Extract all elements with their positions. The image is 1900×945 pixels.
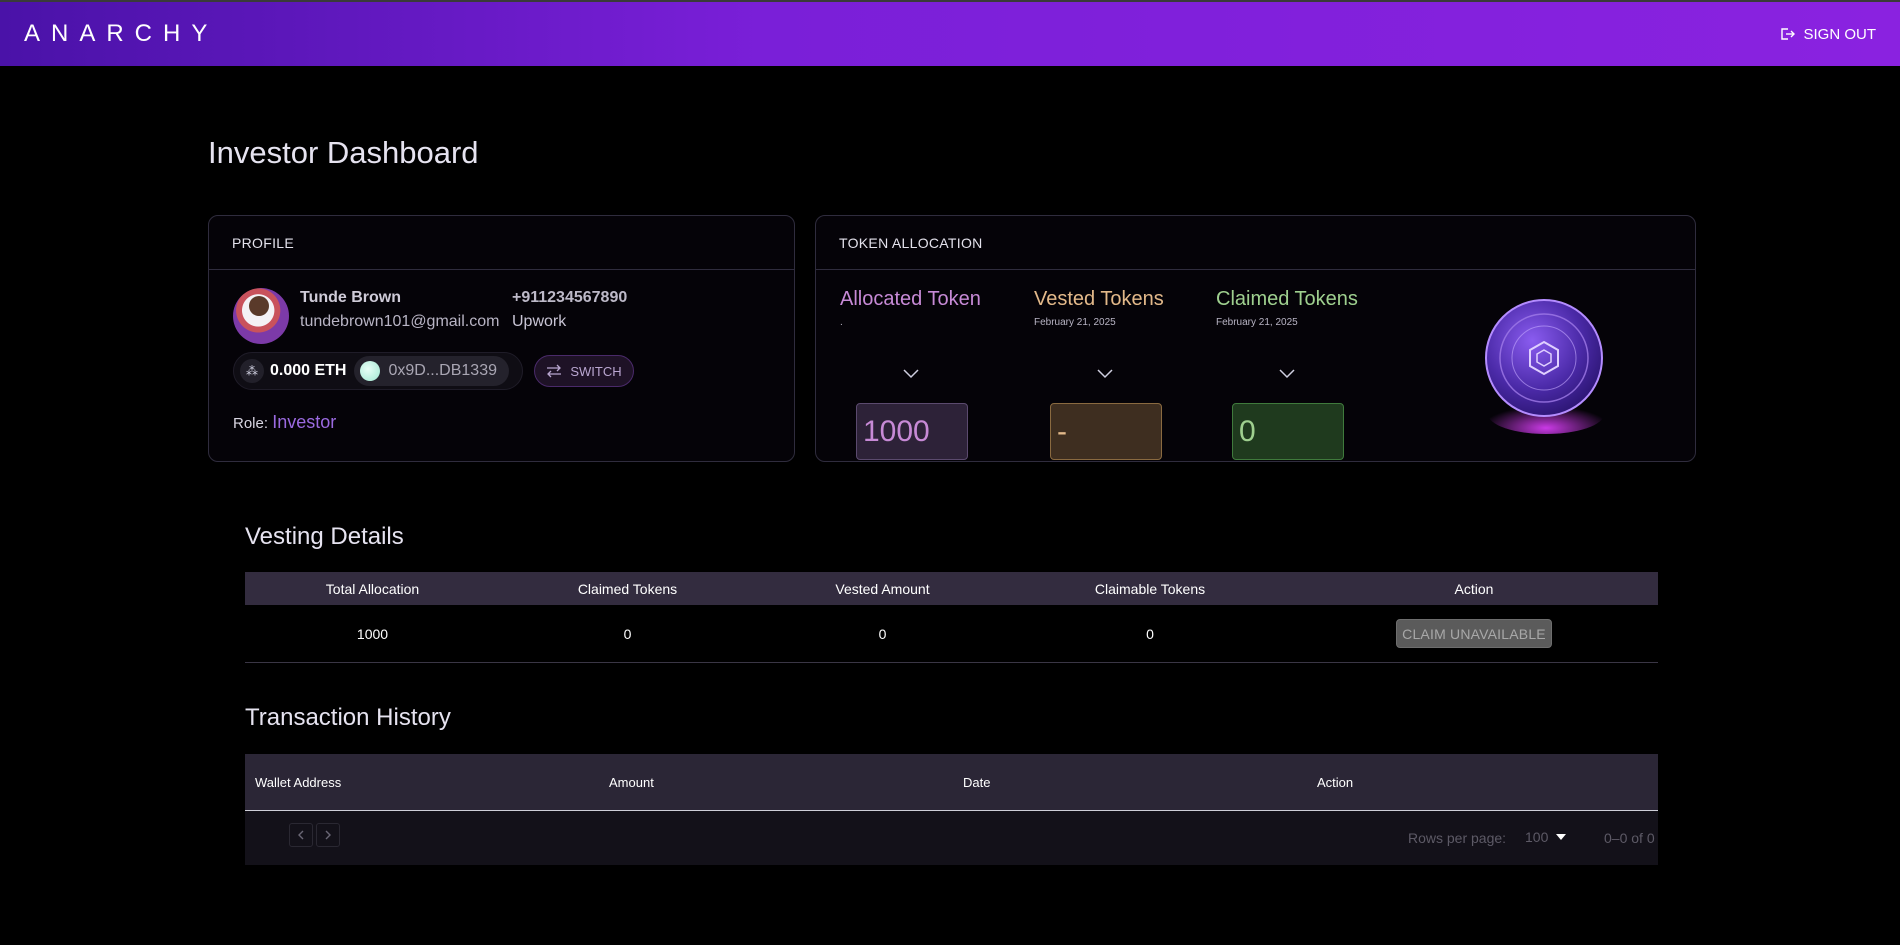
sign-out-button[interactable]: SIGN OUT (1779, 26, 1876, 43)
allocated-token-value: 1000 (856, 403, 968, 460)
profile-phone: +911234567890 (512, 289, 628, 306)
top-app-bar: ANARCHY SIGN OUT (0, 0, 1900, 66)
column-header[interactable]: Date (963, 775, 1317, 790)
transaction-history-title: Transaction History (245, 704, 451, 731)
chevron-down-icon[interactable] (902, 367, 920, 379)
vested-tokens-title: Vested Tokens (1034, 288, 1164, 310)
allocated-token-title: Allocated Token (840, 288, 981, 310)
allocated-token-date: . (840, 317, 843, 328)
profile-card: PROFILE Tunde Brown tundebrown101@gmail.… (208, 215, 795, 462)
switch-button[interactable]: SWITCH (534, 355, 634, 387)
next-page-button[interactable] (316, 823, 340, 847)
caret-down-icon (1556, 834, 1567, 840)
vested-tokens-value: - (1050, 403, 1162, 460)
app-logo[interactable]: ANARCHY (24, 20, 218, 48)
vested-tokens-date: February 21, 2025 (1034, 317, 1116, 328)
switch-label: SWITCH (570, 363, 622, 379)
vested-amount-cell: 0 (878, 625, 887, 642)
column-header[interactable]: Action (1317, 775, 1658, 790)
column-header[interactable]: Amount (609, 775, 963, 790)
wallet-avatar-icon (360, 361, 381, 381)
transaction-table-header: Wallet Address Amount Date Action (245, 754, 1658, 811)
profile-email: tundebrown101@gmail.com (300, 313, 500, 330)
profile-company: Upwork (512, 313, 567, 330)
table-row: 1000 0 0 0 CLAIM UNAVAILABLE (245, 605, 1658, 663)
total-allocation-cell: 1000 (356, 625, 389, 642)
claimed-tokens-title: Claimed Tokens (1216, 288, 1358, 310)
sign-out-label: SIGN OUT (1803, 25, 1876, 43)
sign-out-icon (1781, 28, 1796, 40)
switch-arrows-icon (547, 364, 562, 378)
wallet-widget[interactable]: ⁂ 0.000 ETH 0x9D...DB1339 (233, 352, 523, 390)
role-label: Role: (233, 415, 269, 432)
page-title: Investor Dashboard (208, 135, 479, 170)
claim-button[interactable]: CLAIM UNAVAILABLE (1396, 619, 1552, 648)
wallet-address: 0x9D...DB1339 (388, 362, 497, 379)
ethereum-network-icon: ⁂ (240, 359, 264, 383)
token-allocation-heading: TOKEN ALLOCATION (816, 216, 1695, 270)
claimed-tokens-column: Claimed Tokens February 21, 2025 0 (1216, 288, 1396, 460)
token-coin-icon (1485, 299, 1604, 434)
column-header[interactable]: Vested Amount (755, 581, 1010, 597)
avatar (233, 288, 289, 344)
column-header[interactable]: Claimable Tokens (1010, 581, 1290, 597)
role: Role: Investor (233, 412, 336, 433)
claimed-tokens-cell: 0 (623, 625, 632, 642)
vesting-table-header: Total Allocation Claimed Tokens Vested A… (245, 572, 1658, 605)
table-pagination: Rows per page: 100 0–0 of 0 (245, 811, 1658, 865)
vesting-details-title: Vesting Details (245, 523, 404, 550)
claimed-tokens-date: February 21, 2025 (1216, 317, 1298, 328)
previous-page-button[interactable] (289, 823, 313, 847)
claimed-tokens-value: 0 (1232, 403, 1344, 460)
role-value: Investor (272, 412, 337, 432)
vesting-table: Total Allocation Claimed Tokens Vested A… (245, 572, 1658, 663)
column-header[interactable]: Wallet Address (255, 775, 609, 790)
rows-per-page-label: Rows per page: (1408, 830, 1507, 846)
pagination-range: 0–0 of 0 (1604, 830, 1655, 846)
rows-per-page-select[interactable]: 100 (1525, 829, 1567, 845)
vested-tokens-column: Vested Tokens February 21, 2025 - (1034, 288, 1214, 460)
chevron-down-icon[interactable] (1096, 367, 1114, 379)
column-header[interactable]: Claimed Tokens (500, 581, 755, 597)
profile-card-heading: PROFILE (209, 216, 794, 270)
chevron-down-icon[interactable] (1278, 367, 1296, 379)
claimable-tokens-cell: 0 (1146, 625, 1154, 642)
chevron-left-icon (298, 830, 304, 840)
column-header[interactable]: Total Allocation (245, 581, 500, 597)
rows-per-page-value: 100 (1525, 829, 1549, 845)
allocated-token-column: Allocated Token . 1000 (840, 288, 1020, 460)
wallet-address-button[interactable]: 0x9D...DB1339 (354, 356, 509, 386)
profile-name: Tunde Brown (300, 289, 402, 306)
chevron-right-icon (325, 830, 331, 840)
column-header[interactable]: Action (1290, 581, 1658, 597)
transaction-table: Wallet Address Amount Date Action Rows p… (245, 754, 1658, 865)
eth-balance: 0.000 ETH (270, 362, 347, 379)
token-allocation-card: TOKEN ALLOCATION Allocated Token . 1000 … (815, 215, 1696, 462)
